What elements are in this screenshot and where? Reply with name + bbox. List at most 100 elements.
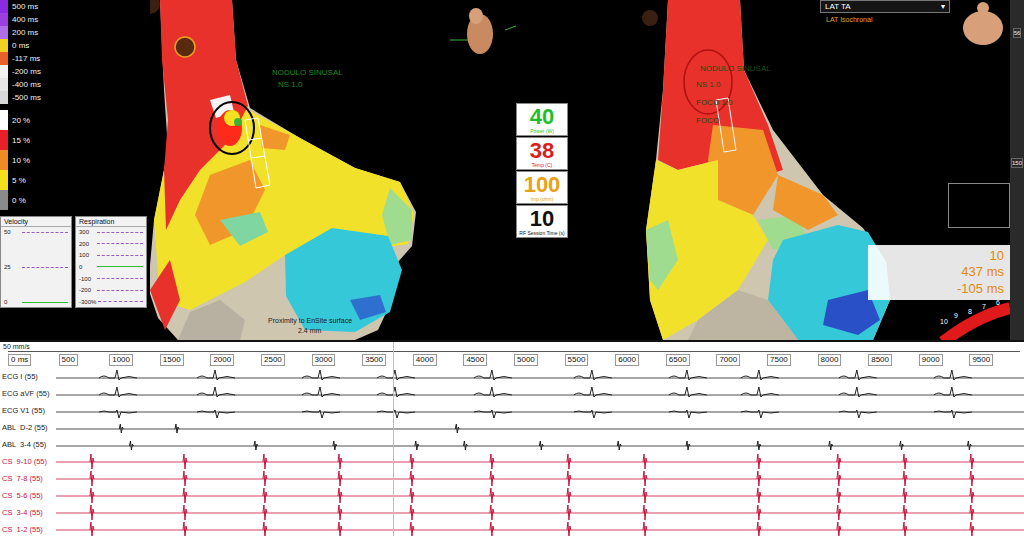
ruler-tick: 8500 bbox=[868, 354, 892, 366]
legend-swatch bbox=[0, 91, 8, 104]
beat bbox=[643, 522, 647, 536]
legend-entry[interactable]: -117 ms bbox=[0, 52, 150, 65]
beat bbox=[338, 505, 342, 520]
beat bbox=[338, 522, 342, 536]
beat bbox=[567, 454, 571, 469]
beat bbox=[970, 488, 974, 503]
beat bbox=[757, 454, 761, 469]
channel-trace bbox=[56, 487, 1024, 504]
beat bbox=[757, 522, 761, 536]
beat bbox=[970, 471, 974, 486]
beat bbox=[903, 454, 907, 469]
beat bbox=[837, 522, 841, 536]
left-map[interactable]: NODULO SINUSALNS 1.0Proximity to EnSite … bbox=[150, 0, 516, 340]
beat bbox=[474, 370, 512, 380]
readout-value: 437 ms bbox=[961, 264, 1004, 280]
map-type-label: LAT TA bbox=[825, 2, 851, 11]
legend-swatch bbox=[0, 78, 8, 91]
rf-value: 10 bbox=[530, 208, 554, 230]
ruler-tick: 9500 bbox=[969, 354, 993, 366]
time-cursor[interactable] bbox=[393, 342, 394, 536]
toolbar-item[interactable]: 56 bbox=[1013, 28, 1022, 38]
beat bbox=[338, 454, 342, 469]
beat bbox=[757, 488, 761, 503]
tick-label: 100 bbox=[79, 252, 95, 258]
channel-trace bbox=[56, 504, 1024, 521]
channel-trace bbox=[56, 368, 1024, 385]
view-box[interactable] bbox=[948, 183, 1010, 228]
beat bbox=[741, 410, 779, 418]
beat bbox=[839, 387, 877, 397]
tick-label: -100 bbox=[79, 276, 95, 282]
beat bbox=[903, 488, 907, 503]
legend-entry[interactable]: -400 ms bbox=[0, 78, 150, 91]
channel-row: ECG V1 (55) bbox=[0, 402, 1024, 419]
ruler-tick: 7000 bbox=[716, 354, 740, 366]
rf-value: 100 bbox=[524, 174, 561, 196]
legend-entry[interactable]: -200 ms bbox=[0, 65, 150, 78]
beat bbox=[903, 471, 907, 486]
channel-label: CS 1-2 (55) bbox=[0, 525, 56, 534]
ruler-tick: 0 ms bbox=[8, 354, 31, 366]
channel-row: ABL D-2 (55) bbox=[0, 419, 1024, 436]
beat bbox=[90, 488, 94, 503]
legend-entry[interactable]: 0 ms bbox=[0, 39, 150, 52]
channel-label: ECG I (55) bbox=[0, 372, 56, 381]
legend-swatch bbox=[0, 170, 8, 190]
beat bbox=[757, 441, 761, 450]
legend-entry[interactable]: 500 ms bbox=[0, 0, 150, 13]
beat bbox=[263, 522, 267, 536]
ensite-screen: 500 ms400 ms200 ms0 ms-117 ms-200 ms-400… bbox=[0, 0, 1024, 536]
channel-row: ECG aVF (55) bbox=[0, 385, 1024, 402]
beat bbox=[410, 488, 414, 503]
chart-body: 3002001000-100-200-300% bbox=[76, 227, 146, 307]
beat bbox=[197, 410, 235, 418]
legend-entry[interactable]: 20 % bbox=[0, 110, 150, 130]
left-map-drawing[interactable] bbox=[150, 0, 516, 340]
legend-swatch bbox=[0, 130, 8, 150]
beat bbox=[175, 424, 179, 433]
legend-entry[interactable]: 5 % bbox=[0, 170, 150, 190]
beat bbox=[837, 471, 841, 486]
electrode-label: 7 bbox=[982, 303, 986, 310]
tick-line bbox=[98, 301, 143, 302]
electrode-label: 10 bbox=[940, 318, 948, 325]
legend-entry[interactable]: 200 ms bbox=[0, 26, 150, 39]
beat bbox=[377, 387, 415, 397]
beat bbox=[669, 370, 707, 380]
legend-label: 200 ms bbox=[12, 28, 38, 37]
channel-trace bbox=[56, 521, 1024, 536]
legend-label: 500 ms bbox=[12, 2, 38, 11]
legend-label: -500 ms bbox=[12, 93, 41, 102]
tick-line bbox=[97, 278, 143, 279]
beat bbox=[934, 370, 972, 380]
legend-entry[interactable]: 400 ms bbox=[0, 13, 150, 26]
legend-entry[interactable]: -500 ms bbox=[0, 91, 150, 104]
tick-line bbox=[22, 302, 68, 303]
ruler-tick: 1500 bbox=[160, 354, 184, 366]
beat bbox=[338, 488, 342, 503]
ruler-tick: 8000 bbox=[818, 354, 842, 366]
tick-label: 300 bbox=[79, 229, 95, 235]
legend-entry[interactable]: 0 % bbox=[0, 190, 150, 210]
beat bbox=[490, 505, 494, 520]
map-type-select[interactable]: LAT TA▾ bbox=[820, 0, 950, 13]
chart-title: Respiration bbox=[76, 217, 146, 227]
beat bbox=[539, 441, 543, 450]
channel-trace bbox=[56, 402, 1024, 419]
beat bbox=[567, 522, 571, 536]
channel-row: ECG I (55) bbox=[0, 368, 1024, 385]
tick-label: 0 bbox=[4, 299, 20, 305]
right-map[interactable]: NODULO SINUSALNS 1.0FOCO 1.0FOCOLAT TA▾L… bbox=[568, 0, 1010, 340]
chart-tick: -200 bbox=[79, 287, 143, 293]
tick-label: 0 bbox=[79, 264, 95, 270]
beat bbox=[410, 505, 414, 520]
legend-entry[interactable]: 15 % bbox=[0, 130, 150, 150]
chart-tick: 0 bbox=[4, 299, 68, 305]
chart-tick: 25 bbox=[4, 264, 68, 270]
tick-line bbox=[97, 243, 143, 244]
legend-entry[interactable]: 10 % bbox=[0, 150, 150, 170]
ruler-tick: 6500 bbox=[666, 354, 690, 366]
beat bbox=[263, 505, 267, 520]
toolbar-item[interactable]: 150 bbox=[1011, 158, 1023, 168]
